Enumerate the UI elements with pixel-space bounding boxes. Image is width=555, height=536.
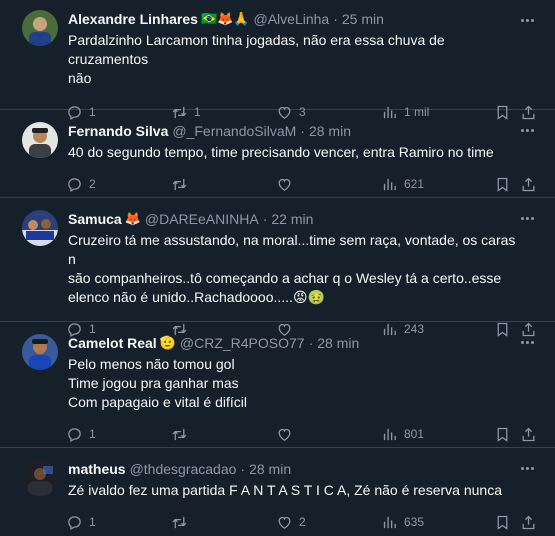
timestamp[interactable]: 28 min — [317, 334, 359, 352]
tweet-text: Cruzeiro tá me assustando, na moral...ti… — [68, 232, 516, 305]
author-emojis: 🇧🇷🦊🙏 — [200, 11, 250, 26]
author-name[interactable]: Samuca — [68, 210, 122, 228]
author-handle[interactable]: @_FernandoSilvaM — [172, 122, 296, 140]
retweet-button[interactable] — [171, 514, 276, 531]
views-icon — [383, 178, 396, 190]
tweet-text: Pardalzinho Larcamon tinha jogadas, não … — [68, 32, 445, 86]
like-icon — [278, 428, 291, 441]
reply-button[interactable]: 2 — [66, 176, 171, 193]
reply-count: 1 — [89, 427, 96, 441]
bookmark-button[interactable] — [494, 176, 520, 193]
tweet[interactable]: Alexandre Linhares 🇧🇷🦊🙏 @AlveLinha · 25 … — [0, 0, 555, 120]
views-icon — [383, 428, 396, 440]
tweet[interactable]: matheus @thdesgracadao · 28 min Zé ivald… — [0, 448, 555, 536]
author-emojis: 🫡 — [159, 335, 176, 350]
reply-icon — [68, 177, 81, 192]
views-button[interactable]: 635 — [381, 514, 494, 531]
reply-icon — [68, 427, 81, 442]
like-icon — [278, 516, 291, 529]
retweet-button[interactable] — [171, 426, 276, 443]
retweet-icon — [172, 428, 187, 440]
more-options-button[interactable] — [517, 122, 537, 138]
share-icon — [522, 515, 535, 529]
reply-feed: Alexandre Linhares 🇧🇷🦊🙏 @AlveLinha · 25 … — [0, 0, 555, 536]
avatar[interactable] — [22, 460, 58, 496]
bookmark-button[interactable] — [494, 426, 520, 443]
share-button[interactable] — [520, 426, 540, 443]
author-name[interactable]: Fernando Silva — [68, 122, 168, 140]
timestamp[interactable]: 28 min — [249, 460, 291, 478]
author-name[interactable]: matheus — [68, 460, 126, 478]
author-handle[interactable]: @AlveLinha — [254, 10, 330, 28]
share-button[interactable] — [520, 514, 540, 531]
views-count: 635 — [404, 515, 425, 529]
tweet[interactable]: Fernando Silva @_FernandoSilvaM · 28 min… — [0, 110, 555, 198]
share-button[interactable] — [520, 176, 540, 193]
avatar[interactable] — [22, 10, 58, 46]
more-icon — [520, 340, 524, 344]
tweet-text: Zé ivaldo fez uma partida F A N T A S T … — [68, 482, 502, 498]
timestamp[interactable]: 25 min — [342, 10, 384, 28]
reply-count: 2 — [89, 177, 96, 191]
avatar[interactable] — [22, 122, 58, 158]
separator-dot: · — [333, 11, 338, 27]
more-icon — [520, 466, 524, 470]
more-icon — [520, 18, 524, 22]
tweet-text: Pelo menos não tomou gol Time jogou pra … — [68, 356, 247, 410]
tweet[interactable]: Samuca 🦊 @DAREeANINHA · 22 min Cruzeiro … — [0, 198, 555, 337]
bookmark-icon — [497, 515, 508, 530]
bookmark-icon — [497, 177, 508, 192]
separator-dot: · — [262, 211, 268, 227]
views-count: 801 — [404, 427, 425, 441]
author-handle[interactable]: @CRZ_R4POSO77 — [180, 334, 305, 352]
retweet-icon — [172, 516, 187, 528]
bookmark-icon — [497, 427, 508, 442]
share-icon — [522, 427, 535, 441]
author-name[interactable]: Alexandre Linhares — [68, 10, 198, 28]
views-button[interactable]: 801 — [381, 426, 494, 443]
reply-button[interactable]: 1 — [66, 514, 171, 531]
separator-dot: · — [240, 461, 246, 477]
author-handle[interactable]: @thdesgracadao — [130, 460, 237, 478]
more-icon — [520, 216, 524, 220]
like-button[interactable]: 2 — [276, 514, 381, 531]
like-icon — [278, 178, 291, 191]
like-button[interactable] — [276, 426, 381, 443]
retweet-icon — [172, 178, 187, 190]
share-icon — [522, 177, 535, 191]
like-button[interactable] — [276, 176, 381, 193]
separator-dot: · — [308, 335, 314, 351]
timestamp[interactable]: 28 min — [309, 122, 351, 140]
more-icon — [520, 128, 524, 132]
reply-button[interactable]: 1 — [66, 426, 171, 443]
author-name[interactable]: Camelot Real — [68, 334, 157, 352]
tweet[interactable]: Camelot Real 🫡 @CRZ_R4POSO77 · 28 min Pe… — [0, 322, 555, 448]
views-button[interactable]: 621 — [381, 176, 494, 193]
like-count: 2 — [299, 515, 306, 529]
more-options-button[interactable] — [517, 334, 537, 350]
avatar[interactable] — [22, 210, 58, 246]
views-icon — [383, 516, 396, 528]
author-handle[interactable]: @DAREeANINHA — [145, 210, 259, 228]
retweet-button[interactable] — [171, 176, 276, 193]
tweet-text: 40 do segundo tempo, time precisando ven… — [68, 144, 494, 160]
author-emojis: 🦊 — [124, 211, 141, 226]
more-options-button[interactable] — [517, 210, 537, 226]
separator-dot: · — [300, 123, 305, 139]
timestamp[interactable]: 22 min — [271, 210, 313, 228]
reply-count: 1 — [89, 515, 96, 529]
bookmark-button[interactable] — [494, 514, 520, 531]
more-options-button[interactable] — [517, 460, 537, 476]
views-count: 621 — [404, 177, 425, 191]
avatar[interactable] — [22, 334, 58, 370]
more-options-button[interactable] — [517, 12, 537, 28]
reply-icon — [68, 515, 81, 530]
